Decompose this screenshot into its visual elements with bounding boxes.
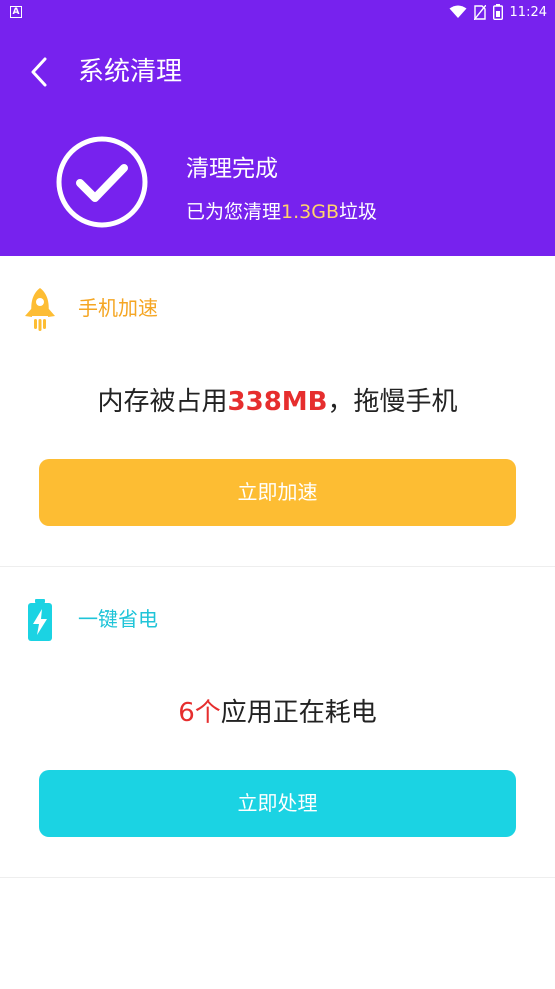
power-msg-suffix: 应用正在耗电 bbox=[220, 698, 377, 728]
check-circle-icon bbox=[56, 136, 148, 228]
boost-msg-suffix: ，拖慢手机 bbox=[327, 387, 458, 417]
power-message: 6个应用正在耗电 bbox=[0, 693, 555, 733]
wifi-icon bbox=[449, 5, 467, 18]
header: A 11:24 系统清理 清理完成 已为您清理1.3GB垃圾 bbox=[0, 0, 555, 256]
boost-card: 手机加速 内存被占用338MB，拖慢手机 立即加速 bbox=[0, 256, 555, 567]
clean-done-prefix: 已为您清理 bbox=[186, 201, 282, 223]
memory-used-value: 338MB bbox=[227, 387, 328, 417]
clean-done-title: 清理完成 bbox=[186, 156, 278, 182]
battery-charging-icon bbox=[28, 599, 52, 641]
power-card: 一键省电 6个应用正在耗电 立即处理 bbox=[0, 567, 555, 878]
title-bar: 系统清理 bbox=[0, 40, 555, 104]
rocket-icon bbox=[25, 288, 55, 331]
process-now-button[interactable]: 立即处理 bbox=[39, 770, 516, 837]
cleaned-amount: 1.3GB bbox=[281, 201, 339, 223]
boost-now-button[interactable]: 立即加速 bbox=[39, 459, 516, 526]
notification-icon: A bbox=[10, 6, 22, 18]
clean-done-suffix: 垃圾 bbox=[339, 201, 378, 223]
boost-title: 手机加速 bbox=[78, 296, 158, 320]
clean-done-subtitle: 已为您清理1.3GB垃圾 bbox=[186, 197, 377, 227]
page-title: 系统清理 bbox=[78, 57, 183, 87]
status-bar: A 11:24 bbox=[0, 0, 555, 24]
chevron-left-icon[interactable] bbox=[26, 54, 56, 90]
apps-count-value: 6个 bbox=[178, 698, 221, 728]
no-sim-icon bbox=[473, 4, 486, 20]
status-time: 11:24 bbox=[509, 4, 547, 20]
battery-icon bbox=[492, 4, 503, 20]
power-title: 一键省电 bbox=[78, 607, 158, 631]
boost-message: 内存被占用338MB，拖慢手机 bbox=[0, 382, 555, 422]
boost-msg-prefix: 内存被占用 bbox=[97, 387, 228, 417]
